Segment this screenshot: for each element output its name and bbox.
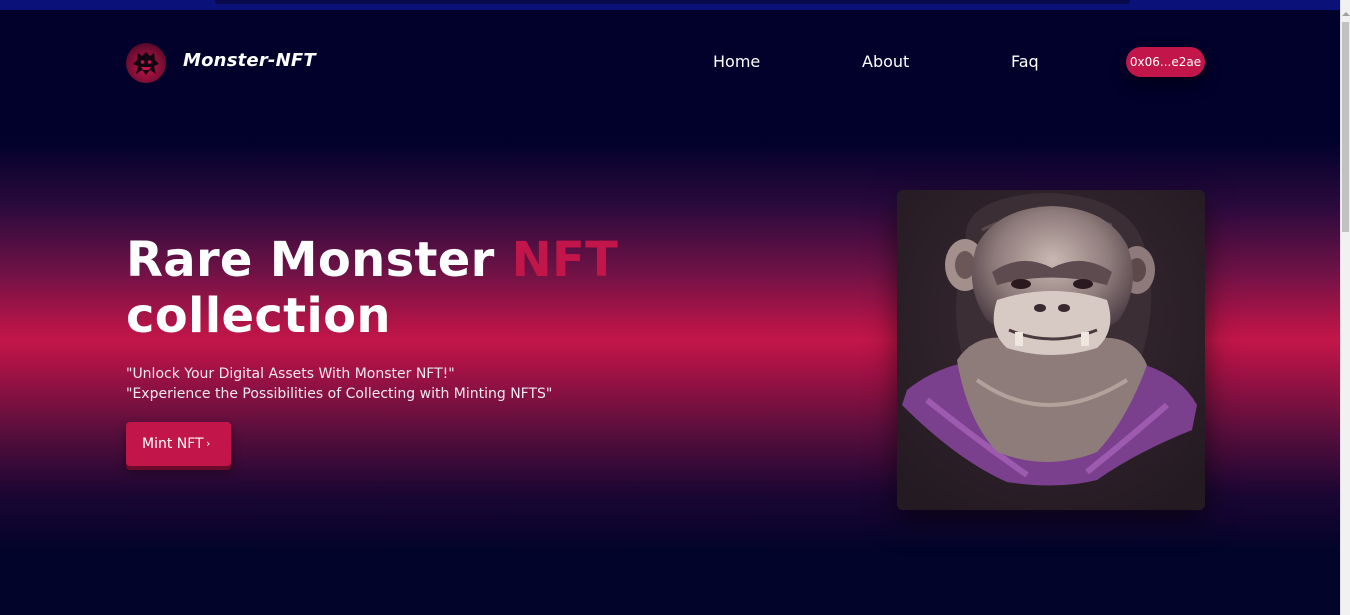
chevron-right-icon: ›	[206, 437, 211, 450]
mint-nft-label: Mint NFT	[142, 436, 204, 452]
tagline-line-2: "Experience the Possibilities of Collect…	[126, 386, 553, 402]
scroll-up-icon[interactable]	[1342, 12, 1350, 16]
hero-title-part1: Rare Monster	[126, 232, 512, 288]
nav-faq-link[interactable]: Faq	[1011, 52, 1039, 71]
wallet-address-button[interactable]: 0x06...e2ae	[1126, 47, 1205, 77]
top-strip-inner	[215, 0, 1130, 4]
scroll-thumb[interactable]	[1342, 22, 1349, 232]
hero-title-part2: collection	[126, 288, 391, 344]
mint-nft-button[interactable]: Mint NFT ›	[126, 422, 231, 466]
brand-name[interactable]: Monster-NFT	[183, 50, 316, 71]
hero-tagline: "Unlock Your Digital Assets With Monster…	[126, 364, 552, 404]
browser-viewport: Monster-NFT Home About Faq 0x06...e2ae R…	[0, 0, 1350, 615]
nft-preview-card	[897, 190, 1205, 510]
vertical-scrollbar[interactable]	[1340, 0, 1350, 615]
ape-monster-artwork	[897, 190, 1205, 510]
monster-logo-icon[interactable]	[126, 43, 166, 83]
nav-home-link[interactable]: Home	[713, 52, 760, 71]
top-strip	[0, 0, 1340, 10]
tagline-line-1: "Unlock Your Digital Assets With Monster…	[126, 366, 455, 382]
hero-title-accent: NFT	[511, 232, 619, 288]
below-hero	[0, 550, 1340, 615]
nav-about-link[interactable]: About	[862, 52, 909, 71]
hero-title: Rare Monster NFT collection	[126, 232, 618, 344]
